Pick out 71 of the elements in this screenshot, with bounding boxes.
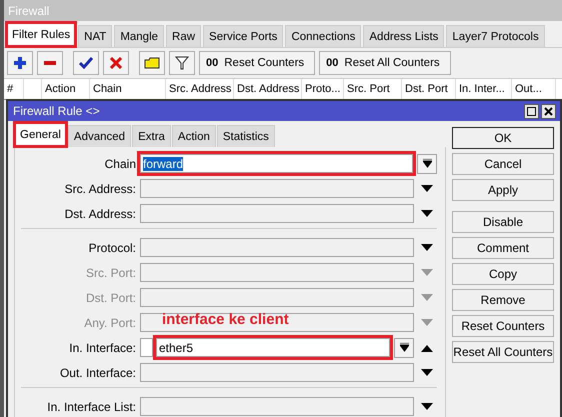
input-field[interactable] — [140, 238, 414, 257]
dropdown-button[interactable] — [394, 338, 414, 358]
close-button[interactable] — [541, 104, 556, 118]
tab[interactable]: Raw — [166, 25, 202, 47]
comment-button[interactable] — [139, 51, 165, 75]
dialog-button[interactable]: Reset Counters — [452, 315, 554, 337]
tab[interactable]: Extra — [132, 125, 171, 147]
toolbar-button[interactable]: 00 Reset Counters — [199, 51, 316, 75]
dialog-button[interactable]: OK — [452, 127, 554, 149]
down-triangle-icon[interactable] — [421, 244, 433, 252]
field-label: Dst. Port: — [84, 290, 137, 304]
input-field[interactable] — [140, 204, 414, 223]
dropdown-icon — [400, 343, 408, 352]
dialog-button[interactable]: Remove — [452, 289, 554, 311]
tab[interactable]: NAT — [78, 25, 112, 47]
tab[interactable]: Filter Rules — [6, 22, 76, 47]
checkmark-icon — [79, 57, 93, 69]
cross-icon — [110, 57, 122, 69]
down-triangle-icon[interactable] — [421, 184, 433, 192]
checkbox[interactable] — [140, 338, 153, 357]
dialog-button[interactable]: Apply — [452, 179, 554, 201]
tab[interactable]: Connections — [285, 25, 362, 47]
field-label: In. Interface: — [68, 340, 137, 354]
field-label: Dst. Address: — [64, 206, 137, 220]
dialog-button[interactable]: Cancel — [452, 153, 554, 175]
disable-button[interactable] — [103, 51, 129, 75]
annotation-text: interface ke client — [162, 311, 289, 328]
window-title: Firewall — [4, 0, 562, 21]
tab[interactable]: Advanced — [68, 125, 132, 147]
input-field[interactable] — [140, 397, 414, 416]
maximize-button[interactable] — [524, 104, 539, 118]
input-field[interactable] — [140, 288, 414, 307]
down-triangle-icon[interactable] — [421, 368, 433, 376]
tab[interactable]: General — [14, 122, 67, 147]
tab[interactable]: Statistics — [216, 125, 275, 147]
input-field[interactable] — [140, 363, 414, 382]
toolbar-button[interactable]: 00 Reset All Counters — [319, 51, 451, 75]
field-label: Out. Interface: — [58, 366, 137, 380]
field-label: Src. Port: — [84, 266, 137, 280]
dropdown-icon — [422, 159, 432, 168]
dialog-button[interactable]: Copy — [452, 263, 554, 285]
tab[interactable]: Action — [172, 125, 216, 147]
field-label: Protocol: — [88, 240, 137, 254]
down-triangle-icon[interactable] — [421, 402, 433, 410]
tab[interactable]: Layer7 Protocols — [446, 25, 545, 47]
input-field[interactable] — [140, 263, 414, 282]
field-label: In. Interface List: — [46, 400, 137, 414]
enable-button[interactable] — [73, 51, 99, 75]
input-field[interactable] — [140, 313, 414, 332]
tab[interactable]: Service Ports — [203, 25, 284, 47]
remove-button[interactable] — [37, 51, 63, 75]
field-label: Src. Address: — [64, 182, 137, 196]
field-label: Any. Port: — [83, 316, 137, 330]
add-button[interactable] — [7, 51, 33, 75]
dropdown-button[interactable] — [417, 154, 437, 174]
filter-icon — [175, 56, 189, 70]
plus-icon — [13, 56, 27, 70]
input-field[interactable] — [140, 179, 414, 198]
filter-button[interactable] — [169, 51, 195, 75]
dialog-button[interactable]: Comment — [452, 237, 554, 259]
field-label: Chain — [104, 156, 137, 170]
down-triangle-icon[interactable] — [421, 210, 433, 218]
minus-icon — [43, 60, 57, 66]
dialog-button[interactable]: Disable — [452, 211, 554, 233]
tab[interactable]: Mangle — [114, 25, 164, 47]
dialog-button[interactable]: Reset All Counters — [452, 341, 554, 363]
tab[interactable]: Address Lists — [363, 25, 444, 47]
up-triangle-icon[interactable] — [421, 344, 433, 352]
input-field[interactable]: ether5 — [156, 338, 390, 357]
dialog-title: Firewall Rule <> — [13, 104, 100, 118]
input-field[interactable]: forward — [140, 154, 413, 173]
